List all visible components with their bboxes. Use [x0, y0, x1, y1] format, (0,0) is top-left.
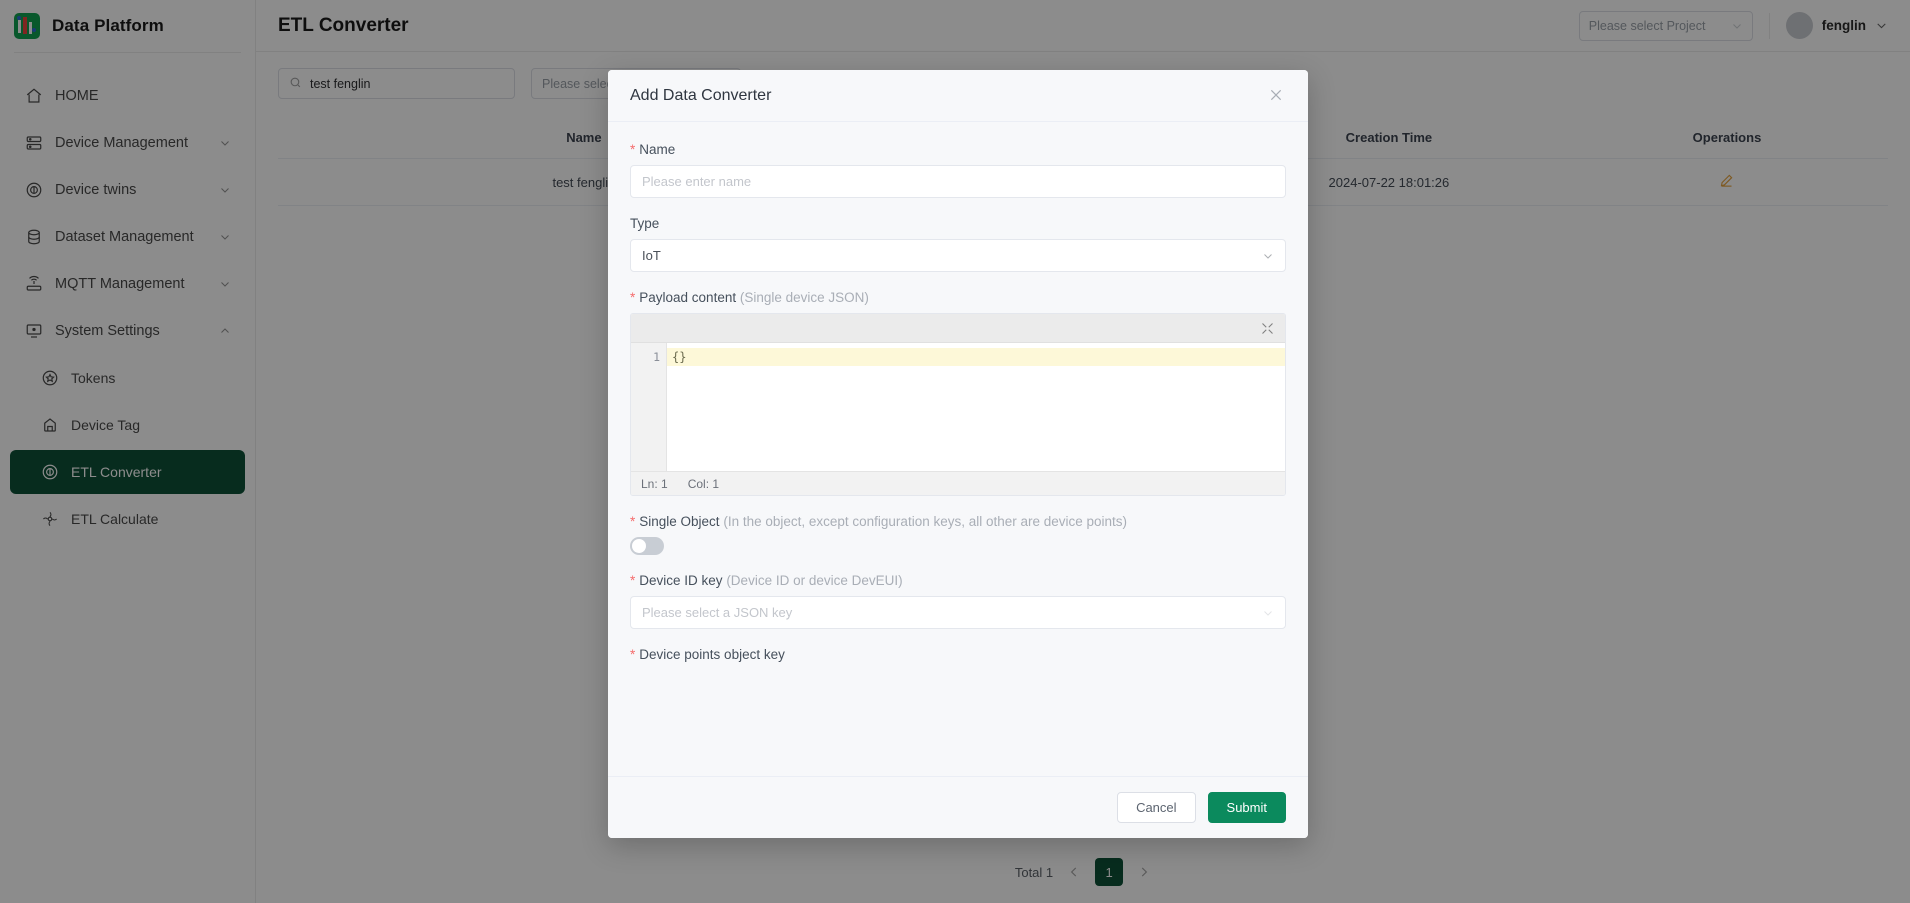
field-type: Type IoT	[630, 216, 1286, 272]
type-select[interactable]: IoT	[630, 239, 1286, 272]
single-object-toggle[interactable]	[630, 537, 664, 555]
cancel-button[interactable]: Cancel	[1117, 792, 1196, 823]
field-name: * Name Please enter name	[630, 142, 1286, 198]
field-payload-label-text: Payload content	[639, 290, 737, 305]
submit-button[interactable]: Submit	[1207, 792, 1286, 823]
chevron-down-icon	[1262, 250, 1274, 262]
editor-active-line: {}	[667, 348, 1285, 366]
name-input[interactable]: Please enter name	[630, 165, 1286, 198]
editor-status-column: Col: 1	[687, 476, 720, 491]
field-payload-label: * Payload content (Single device JSON)	[630, 290, 1286, 305]
field-device-id-key-hint: (Device ID or device DevEUI)	[726, 573, 903, 588]
dialog-body: * Name Please enter name Type IoT * Payloa…	[608, 122, 1308, 776]
dialog-header: Add Data Converter	[608, 70, 1308, 122]
expand-icon[interactable]	[1260, 321, 1275, 336]
dialog-title: Add Data Converter	[630, 86, 772, 104]
field-name-label: * Name	[630, 142, 1286, 157]
dialog-footer: Cancel Submit	[608, 776, 1308, 838]
chevron-down-icon	[1262, 607, 1274, 619]
field-device-points-object-key-label-text: Device points object key	[639, 647, 785, 662]
type-select-value: IoT	[642, 248, 661, 263]
close-icon[interactable]	[1268, 87, 1286, 105]
payload-code-editor[interactable]: 1 {} Ln: 1 Col: 1	[630, 313, 1286, 496]
add-data-converter-dialog: Add Data Converter * Name Please enter na…	[608, 70, 1308, 838]
editor-toolbar	[631, 314, 1285, 343]
field-name-label-text: Name	[639, 142, 676, 157]
editor-area: 1 {}	[631, 343, 1285, 471]
field-device-points-object-key: * Device points object key	[630, 647, 1286, 704]
field-single-object-hint: (In the object, except configuration key…	[723, 514, 1128, 529]
field-device-id-key-label-text: Device ID key	[639, 573, 723, 588]
required-star: *	[630, 647, 636, 662]
editor-line-number: 1	[631, 348, 660, 366]
field-device-id-key-label: * Device ID key (Device ID or device DevE…	[630, 573, 1286, 588]
editor-status-bar: Ln: 1 Col: 1	[631, 471, 1285, 495]
required-star: *	[630, 142, 636, 157]
device-id-key-placeholder: Please select a JSON key	[642, 605, 793, 620]
field-payload-hint: (Single device JSON)	[739, 290, 869, 305]
field-single-object: * Single Object (In the object, except co…	[630, 514, 1286, 555]
field-device-points-object-key-label: * Device points object key	[630, 647, 1286, 662]
toggle-knob	[632, 539, 646, 553]
device-id-key-select[interactable]: Please select a JSON key	[630, 596, 1286, 629]
required-star: *	[630, 290, 636, 305]
required-star: *	[630, 514, 636, 529]
field-single-object-label-text: Single Object	[639, 514, 720, 529]
name-input-placeholder: Please enter name	[642, 174, 752, 189]
required-star: *	[630, 573, 636, 588]
field-device-id-key: * Device ID key (Device ID or device DevE…	[630, 573, 1286, 629]
editor-gutter: 1	[631, 343, 667, 471]
editor-status-line: Ln: 1	[641, 476, 668, 491]
field-single-object-label: * Single Object (In the object, except co…	[630, 514, 1286, 529]
field-type-label: Type	[630, 216, 660, 231]
editor-code-area[interactable]: {}	[667, 343, 1285, 471]
field-payload-content: * Payload content (Single device JSON) 1 …	[630, 290, 1286, 496]
